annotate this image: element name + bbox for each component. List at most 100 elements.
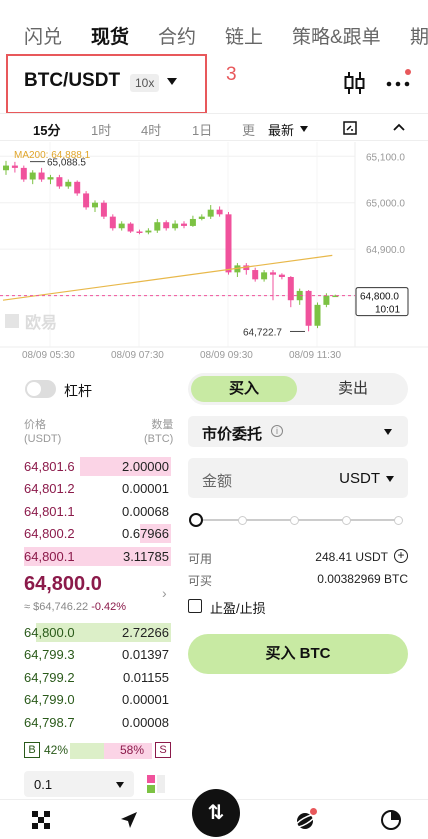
precision-select[interactable]: 0.1 (24, 771, 134, 797)
qty-header-label: 数量 (151, 419, 174, 431)
candle-body (83, 193, 90, 208)
ask-row[interactable]: 64,800.1 3.11785 (24, 546, 171, 567)
toggle-knob (27, 382, 41, 396)
tab-swap[interactable]: 闪兑 (24, 22, 62, 49)
ask-row[interactable]: 64,801.2 0.00001 (24, 478, 171, 499)
watermark-logo (5, 314, 19, 328)
ask-row[interactable]: 64,801.6 2.00000 (24, 456, 171, 477)
tpsl-label: 止盈/止损 (210, 601, 266, 616)
candle-body (261, 272, 268, 280)
info-icon[interactable]: i (271, 425, 283, 437)
tab-strategy[interactable]: 策略&跟单 (292, 22, 381, 49)
margin-toggle[interactable] (25, 380, 56, 398)
bid-row[interactable]: 64,799.3 0.01397 (24, 644, 171, 665)
order-type-caret-icon (384, 429, 392, 435)
amount-input[interactable]: 金额 USDT (188, 458, 408, 498)
timeframe-1h[interactable]: 1时 (91, 120, 111, 139)
slider-stop-75[interactable] (342, 516, 351, 525)
pie-chart-icon[interactable] (380, 809, 402, 831)
checkbox-icon[interactable] (188, 599, 202, 613)
amount-placeholder: 金额 (202, 473, 233, 490)
latest-caret-icon[interactable] (300, 126, 308, 132)
tab-spot[interactable]: 现货 (91, 22, 129, 49)
x-tick-label: 08/09 07:30 (111, 350, 164, 361)
amount-unit[interactable]: USDT (339, 470, 380, 487)
bid-price: 64,799.2 (24, 669, 75, 685)
candle-body (92, 202, 98, 208)
sell-ratio-value: 58% (120, 743, 145, 757)
sell-tab[interactable]: 卖出 (300, 376, 406, 402)
bid-row[interactable]: 64,799.0 0.00001 (24, 689, 171, 710)
slider-stop-50[interactable] (290, 516, 299, 525)
candle-body (29, 172, 36, 180)
slider-thumb[interactable] (189, 513, 203, 527)
order-type-select[interactable]: 市价委托 i (188, 416, 408, 447)
bid-price: 64,799.3 (24, 647, 75, 663)
timeframe-15m[interactable]: 15分 (33, 120, 60, 139)
buy-btc-button[interactable]: 买入 BTC (188, 634, 408, 674)
chevron-right-icon[interactable]: › (162, 585, 167, 601)
bid-price: 64,799.0 (24, 692, 75, 708)
ask-row[interactable]: 64,801.1 0.00068 (24, 501, 171, 522)
add-funds-icon[interactable]: + (394, 549, 408, 563)
bid-qty: 0.00008 (122, 714, 169, 730)
candle-body (127, 223, 134, 232)
buy-ratio-badge: B (24, 742, 40, 758)
candle-body (314, 304, 321, 326)
candle-body (154, 222, 161, 231)
available-value: 248.41 USDT (315, 550, 388, 564)
ask-row[interactable]: 64,800.2 0.67966 (24, 523, 171, 544)
timeframe-latest[interactable]: 最新 (268, 120, 294, 139)
qty-header-unit: (BTC) (144, 433, 174, 445)
candle-body (252, 270, 259, 280)
price-header: 价格 (USDT) (24, 418, 61, 446)
more-icon[interactable] (385, 68, 411, 94)
timeframe-1d[interactable]: 1日 (192, 120, 212, 139)
notification-dot (310, 808, 317, 815)
grid-icon[interactable] (30, 809, 52, 831)
ask-qty: 0.00068 (122, 503, 169, 519)
can-buy-label: 可买 (188, 574, 213, 588)
amount-unit-caret-icon[interactable] (386, 476, 394, 482)
low-label: 64,722.7 (243, 327, 282, 338)
slider-stop-25[interactable] (238, 516, 247, 525)
bid-price: 64,800.0 (24, 625, 75, 640)
price-header-unit: (USDT) (24, 433, 62, 445)
ask-price: 64,800.2 (24, 526, 75, 542)
tab-options[interactable]: 期 (410, 22, 428, 49)
sell-ratio-badge: S (155, 742, 171, 758)
timeframe-4h[interactable]: 4时 (141, 120, 161, 139)
candle-body (181, 223, 187, 226)
change-percent: -0.42% (91, 601, 127, 613)
bid-row[interactable]: 64,798.7 0.00008 (24, 712, 171, 733)
candle-body (56, 177, 63, 187)
tab-futures[interactable]: 合约 (158, 22, 196, 49)
candle-body (65, 181, 72, 187)
trade-icon[interactable]: ⇅ (192, 789, 240, 837)
candle-body (118, 223, 125, 229)
x-tick-label: 08/09 09:30 (200, 350, 253, 361)
ask-qty: 3.11785 (122, 548, 169, 564)
bid-qty: 2.72266 (122, 625, 169, 640)
candlestick-icon[interactable] (344, 70, 366, 96)
slider-stop-100[interactable] (394, 516, 403, 525)
bid-row[interactable]: 64,799.2 0.01155 (24, 667, 171, 688)
ask-price: 64,800.1 (24, 548, 75, 564)
order-type-value: 市价委托 (202, 426, 263, 443)
price-chart[interactable]: 65,100.0 65,000.0 64,900.0 64,800.0 08/09 05… (0, 142, 428, 364)
tab-onchain[interactable]: 链上 (225, 22, 263, 49)
compass-icon[interactable] (118, 809, 140, 831)
watermark-text: 欧易 (25, 313, 57, 332)
orderbook-layout-icon[interactable] (146, 774, 166, 794)
chart-settings-icon[interactable] (342, 120, 358, 136)
candle-body (270, 272, 276, 275)
x-tick-label: 08/09 11:30 (289, 350, 342, 361)
collapse-icon[interactable] (392, 121, 406, 135)
amount-slider[interactable] (188, 512, 408, 528)
mark-price-value: ≈ $64,746.22 (24, 601, 89, 613)
bid-qty: 0.00001 (122, 692, 169, 708)
candle-body (163, 222, 170, 229)
buy-tab[interactable]: 买入 (191, 376, 297, 402)
timeframe-more[interactable]: 更 (242, 120, 255, 139)
bid-row[interactable]: 64,800.0 2.72266 (24, 622, 171, 643)
